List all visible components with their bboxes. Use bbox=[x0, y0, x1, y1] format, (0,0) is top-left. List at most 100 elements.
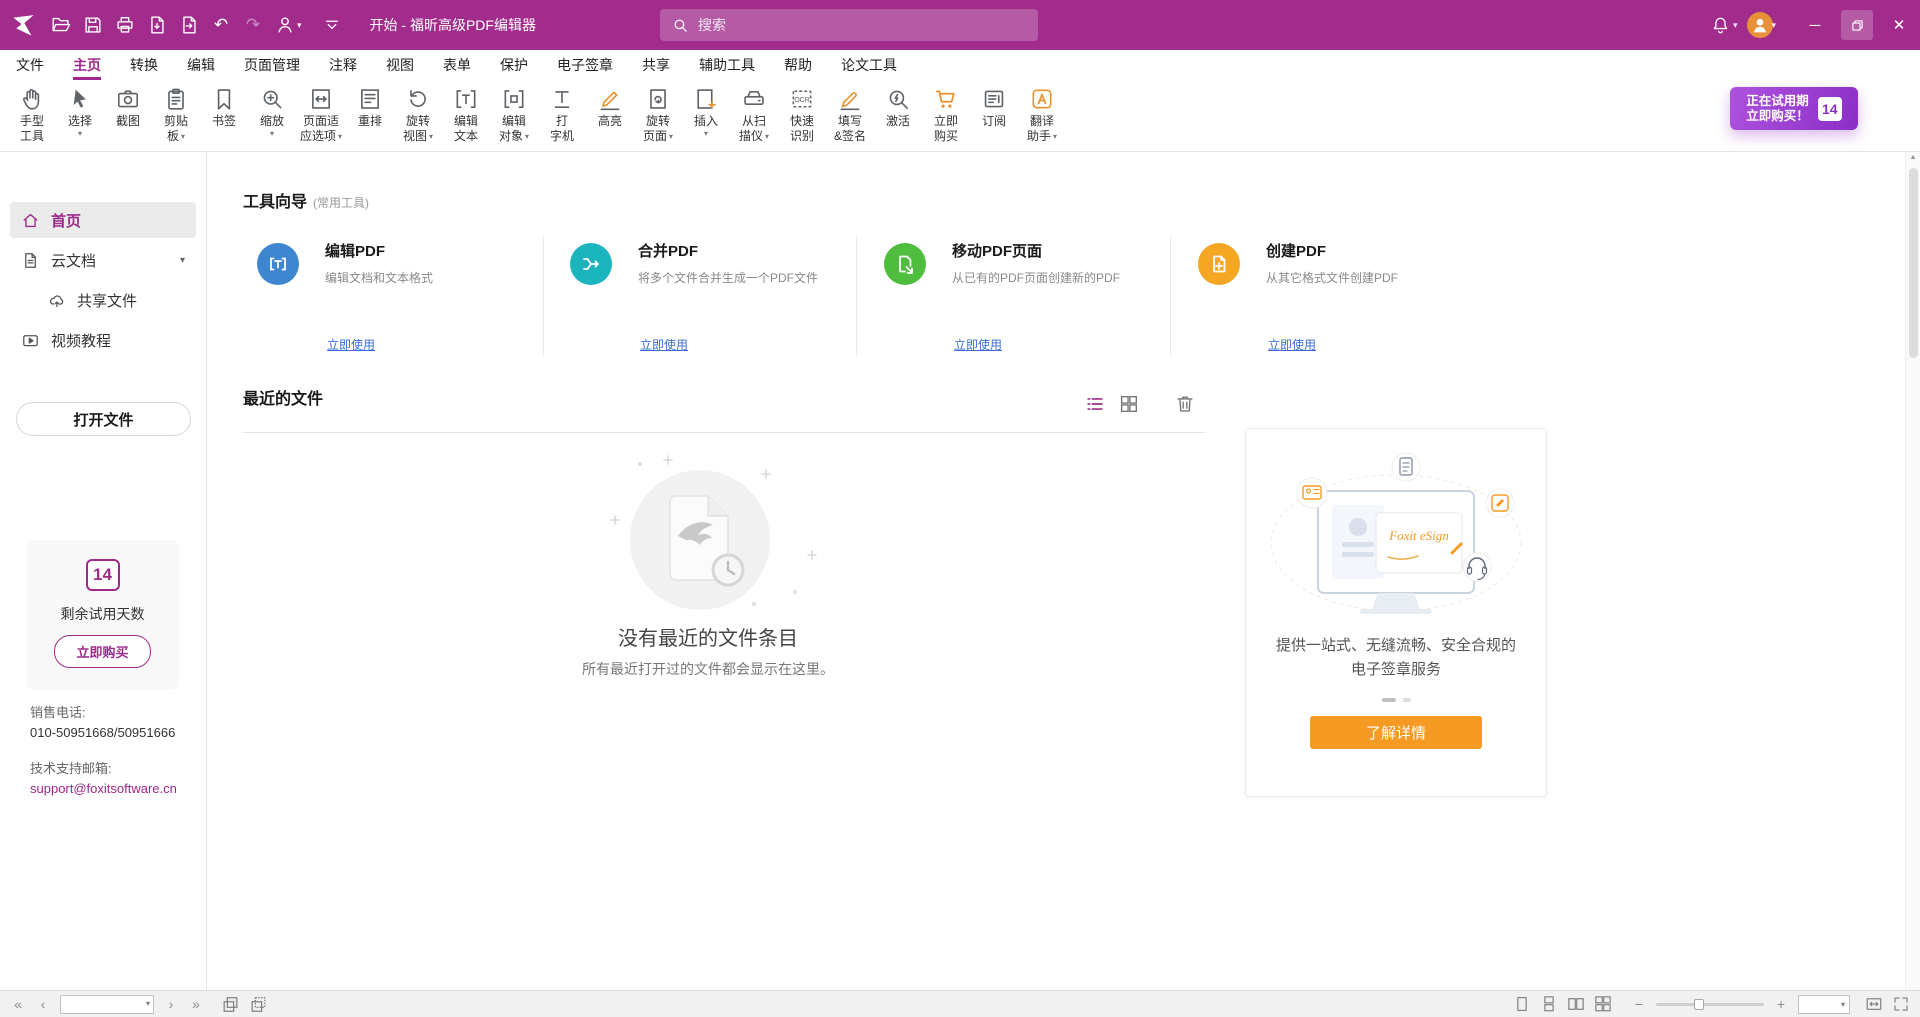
zoom-slider-thumb[interactable] bbox=[1694, 999, 1704, 1010]
single-page-view-icon[interactable] bbox=[1513, 995, 1531, 1013]
menu-item-protect[interactable]: 保护 bbox=[500, 50, 528, 80]
first-page-button[interactable]: « bbox=[10, 996, 26, 1012]
next-page-button[interactable]: › bbox=[163, 996, 179, 1012]
list-view-icon[interactable] bbox=[1084, 393, 1106, 415]
ribbon-edit-text[interactable]: 编辑文本 bbox=[444, 85, 488, 145]
avatar-caret-icon[interactable]: ▾ bbox=[1771, 20, 1776, 31]
prev-page-button[interactable]: ‹ bbox=[35, 996, 51, 1012]
grid-view-icon[interactable] bbox=[1118, 393, 1140, 415]
ribbon-snapshot[interactable]: 截图 bbox=[106, 85, 150, 130]
fullscreen-icon[interactable] bbox=[1892, 995, 1910, 1013]
menu-item-accessibility[interactable]: 辅助工具 bbox=[699, 50, 755, 80]
zoom-box-caret-icon[interactable]: ▾ bbox=[1841, 1000, 1845, 1009]
sidebar-item-cloud-docs[interactable]: 云文档 ▾ bbox=[10, 242, 196, 278]
restore-button[interactable] bbox=[1836, 0, 1878, 50]
menu-item-share[interactable]: 共享 bbox=[642, 50, 670, 80]
ribbon-rotate-pages[interactable]: 旋转页面▾ bbox=[636, 85, 680, 145]
menu-item-esign[interactable]: 电子签章 bbox=[557, 50, 613, 80]
open-file-button[interactable]: 打开文件 bbox=[16, 402, 191, 436]
export-pdf-icon[interactable] bbox=[141, 9, 173, 41]
sidebar-item-home[interactable]: 首页 bbox=[10, 202, 196, 238]
notifications-caret-icon[interactable]: ▾ bbox=[1733, 20, 1738, 31]
ribbon-activate[interactable]: 激活 bbox=[876, 85, 920, 130]
quick-access-menu-icon[interactable] bbox=[316, 9, 348, 41]
tool-card-create-pdf[interactable]: 创建PDF 从其它格式文件创建PDF 立即使用 bbox=[1198, 232, 1488, 362]
ribbon-insert[interactable]: 插入▾ bbox=[684, 85, 728, 140]
ribbon-hand-tool[interactable]: 手型工具 bbox=[10, 85, 54, 145]
tool-card-move-pdf-pages[interactable]: 移动PDF页面 从已有的PDF页面创建新的PDF 立即使用 bbox=[884, 232, 1174, 362]
ribbon-from-scanner[interactable]: 从扫描仪▾ bbox=[732, 85, 776, 145]
use-now-link[interactable]: 立即使用 bbox=[1268, 336, 1316, 353]
ribbon-quick-ocr[interactable]: OCR快速识别 bbox=[780, 85, 824, 145]
menu-item-view[interactable]: 视图 bbox=[386, 50, 414, 80]
minimize-button[interactable]: ─ bbox=[1794, 0, 1836, 50]
convert-pdf-icon[interactable] bbox=[173, 9, 205, 41]
menu-item-edit[interactable]: 编辑 bbox=[187, 50, 215, 80]
content-scrollbar[interactable]: ▲ bbox=[1905, 152, 1920, 990]
page-input-caret-icon[interactable]: ▾ bbox=[146, 999, 150, 1008]
ribbon-rotate-view[interactable]: 旋转视图▾ bbox=[396, 85, 440, 145]
ribbon-typewriter[interactable]: 打字机 bbox=[540, 85, 584, 145]
ribbon-clipboard[interactable]: 剪贴板▾ bbox=[154, 85, 198, 145]
ribbon-edit-object[interactable]: 编辑对象▾ bbox=[492, 85, 536, 145]
tool-card-merge-pdf[interactable]: 合并PDF 将多个文件合并生成一个PDF文件 立即使用 bbox=[570, 232, 860, 362]
scroll-up-arrow-icon[interactable]: ▲ bbox=[1906, 154, 1920, 161]
ribbon-page-fit[interactable]: 页面适应选项▾ bbox=[298, 85, 344, 145]
zoom-out-button[interactable]: − bbox=[1631, 996, 1647, 1012]
print-icon[interactable] bbox=[109, 9, 141, 41]
ribbon-reflow[interactable]: 重排 bbox=[348, 85, 392, 130]
menu-item-paper-tools[interactable]: 论文工具 bbox=[841, 50, 897, 80]
open-file-icon[interactable] bbox=[45, 9, 77, 41]
zoom-percentage-box[interactable]: ▾ bbox=[1798, 995, 1850, 1014]
snapshot-pages-icon[interactable] bbox=[221, 995, 240, 1014]
undo-icon[interactable]: ↶ bbox=[205, 9, 237, 41]
ribbon-subscribe[interactable]: 订阅 bbox=[972, 85, 1016, 130]
facing-continuous-view-icon[interactable] bbox=[1594, 995, 1612, 1013]
ribbon-bookmark[interactable]: 书签 bbox=[202, 85, 246, 130]
support-email-link[interactable]: support@foxitsoftware.cn bbox=[30, 780, 177, 798]
menu-item-help[interactable]: 帮助 bbox=[784, 50, 812, 80]
close-button[interactable]: ✕ bbox=[1878, 0, 1920, 50]
zoom-in-button[interactable]: + bbox=[1773, 996, 1789, 1012]
main-content: 工具向导(常用工具) 编辑PDF 编辑文档和文本格式 立即使用 合并PDF 将多… bbox=[208, 152, 1920, 990]
carousel-dot[interactable] bbox=[1403, 698, 1411, 702]
fit-width-icon[interactable] bbox=[1865, 995, 1883, 1013]
use-now-link[interactable]: 立即使用 bbox=[640, 336, 688, 353]
menu-item-convert[interactable]: 转换 bbox=[130, 50, 158, 80]
expand-caret-icon[interactable]: ▾ bbox=[180, 255, 185, 266]
scrollbar-thumb[interactable] bbox=[1909, 168, 1918, 358]
ribbon-buy-now[interactable]: 立即购买 bbox=[924, 85, 968, 145]
clear-recent-trash-icon[interactable] bbox=[1174, 393, 1196, 415]
facing-view-icon[interactable] bbox=[1567, 995, 1585, 1013]
redo-icon[interactable]: ↷ bbox=[237, 9, 269, 41]
buy-now-button[interactable]: 立即购买 bbox=[54, 635, 150, 668]
menu-item-home[interactable]: 主页 bbox=[73, 50, 101, 80]
tool-card-edit-pdf[interactable]: 编辑PDF 编辑文档和文本格式 立即使用 bbox=[257, 232, 547, 362]
ribbon-translate-assistant[interactable]: 翻译助手▾ bbox=[1020, 85, 1064, 145]
translate-icon bbox=[1029, 86, 1055, 112]
sidebar-item-video-tutorials[interactable]: 视频教程 bbox=[10, 322, 196, 358]
menu-item-comment[interactable]: 注释 bbox=[329, 50, 357, 80]
snapshot-pages-alt-icon[interactable] bbox=[249, 995, 268, 1014]
sidebar-item-shared-files[interactable]: 共享文件 bbox=[10, 282, 196, 318]
menu-item-form[interactable]: 表单 bbox=[443, 50, 471, 80]
ribbon-select[interactable]: 选择▾ bbox=[58, 85, 102, 140]
carousel-dot-active[interactable] bbox=[1382, 698, 1396, 702]
last-page-button[interactable]: » bbox=[188, 996, 204, 1012]
menu-item-file[interactable]: 文件 bbox=[16, 50, 44, 80]
trial-period-badge[interactable]: 正在试用期立即购买！ 14 bbox=[1730, 87, 1858, 130]
use-now-link[interactable]: 立即使用 bbox=[954, 336, 1002, 353]
ribbon-fill-sign[interactable]: 填写&签名 bbox=[828, 85, 872, 145]
search-input[interactable]: 搜索 bbox=[660, 9, 1038, 41]
page-number-input[interactable] bbox=[60, 995, 154, 1014]
ribbon-highlight[interactable]: 高亮 bbox=[588, 85, 632, 130]
esign-quick-caret-icon[interactable]: ▾ bbox=[297, 20, 302, 31]
use-now-link[interactable]: 立即使用 bbox=[327, 336, 375, 353]
menu-item-page-manage[interactable]: 页面管理 bbox=[244, 50, 300, 80]
ribbon-zoom[interactable]: 缩放▾ bbox=[250, 85, 294, 140]
user-avatar[interactable] bbox=[1747, 12, 1773, 38]
save-icon[interactable] bbox=[77, 9, 109, 41]
learn-more-button[interactable]: 了解详情 bbox=[1310, 716, 1482, 749]
zoom-slider[interactable] bbox=[1656, 997, 1764, 1012]
continuous-view-icon[interactable] bbox=[1540, 995, 1558, 1013]
